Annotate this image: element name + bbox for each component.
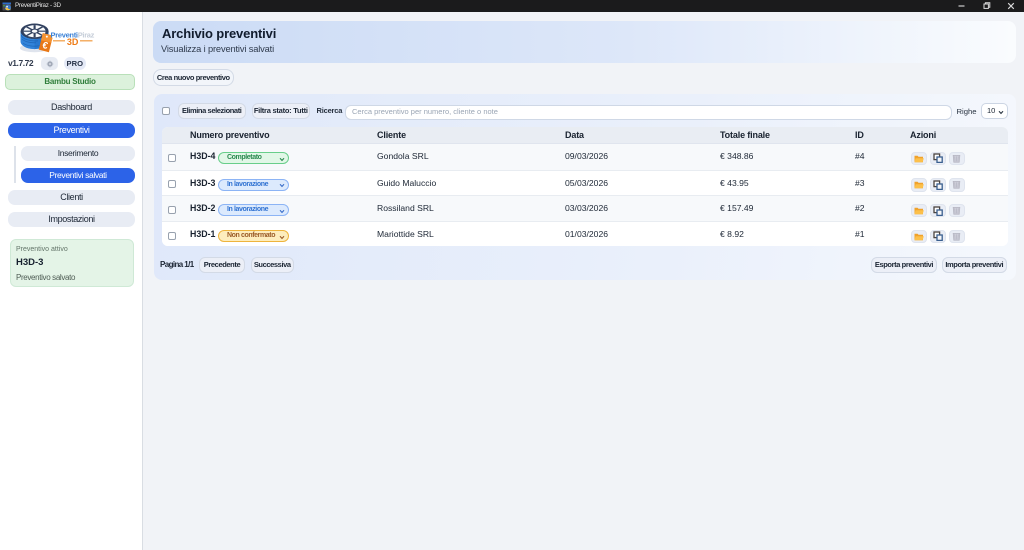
svg-text:3D: 3D	[67, 37, 79, 47]
